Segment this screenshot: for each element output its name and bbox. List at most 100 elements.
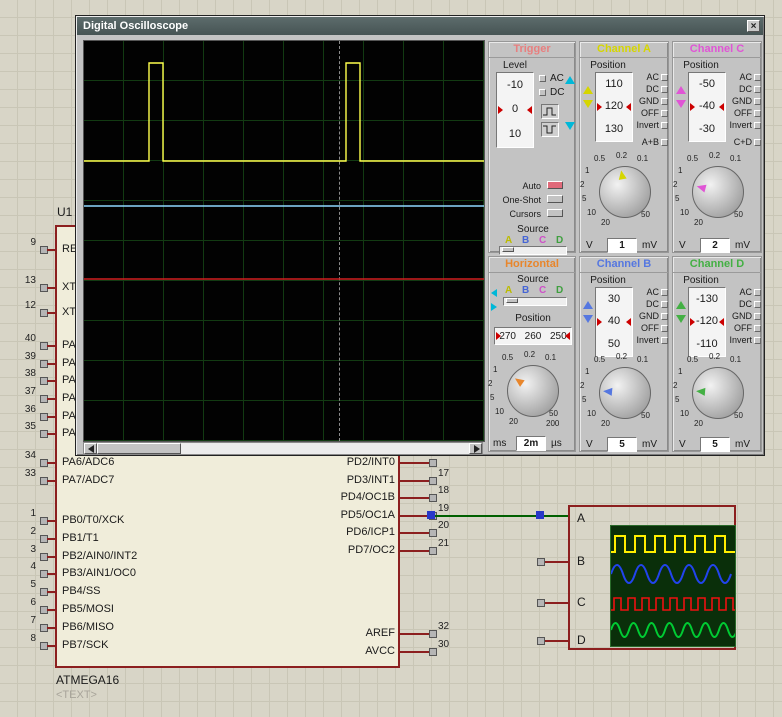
channel-d-ac-button[interactable] — [754, 289, 761, 296]
channel-c-invert-button[interactable] — [754, 122, 761, 129]
oscilloscope-component[interactable]: A B C D — [568, 505, 736, 650]
pin-stub — [47, 645, 56, 647]
trigger-level-up-icon[interactable] — [565, 76, 575, 84]
ac-label: AC — [550, 73, 564, 84]
dial-label: 10 — [495, 407, 504, 416]
pin-pad[interactable] — [537, 558, 545, 566]
channel-d-gnd-button[interactable] — [754, 313, 761, 320]
channel-a-position-down-icon[interactable] — [583, 100, 593, 108]
coupling-label: DC — [646, 299, 659, 309]
auto-button[interactable] — [547, 181, 563, 189]
dial-label: 20 — [694, 218, 703, 227]
pin-pad[interactable] — [429, 477, 437, 485]
channel-c-sum-button[interactable] — [754, 139, 761, 146]
net-wire-pd5-to-scope[interactable] — [433, 515, 570, 517]
timebase-knob[interactable] — [507, 365, 559, 417]
dial-label: 1 — [678, 367, 682, 376]
junction-marker[interactable] — [536, 511, 544, 519]
scrollbar-thumb[interactable] — [97, 443, 181, 454]
digital-oscilloscope-window: Digital Oscilloscope × Trigger Level -10… — [75, 15, 765, 456]
channel-b-invert-button[interactable] — [661, 337, 668, 344]
channel-a-sum-button[interactable] — [661, 139, 668, 146]
pin-pad[interactable] — [537, 599, 545, 607]
pin-stub — [47, 609, 56, 611]
cursors-button[interactable] — [547, 209, 563, 217]
slider-thumb[interactable] — [506, 298, 518, 303]
channel-b-dc-button[interactable] — [661, 301, 668, 308]
channel-a-gain-knob[interactable] — [599, 166, 651, 218]
channel-d-position-slider[interactable]: -130 -120 -110 — [688, 287, 726, 357]
dial-label: 0.1 — [637, 154, 648, 163]
channel-c-ac-button[interactable] — [754, 74, 761, 81]
horizontal-section: Horizontal Source A B C D Position 270 2… — [488, 256, 576, 452]
pin-pad[interactable] — [429, 529, 437, 537]
coupling-label: DC — [739, 84, 752, 94]
coupling-label: GND — [639, 311, 659, 321]
falling-edge-icon[interactable] — [541, 122, 559, 137]
pin-pad[interactable] — [429, 494, 437, 502]
pin-pad[interactable] — [429, 630, 437, 638]
display-scrollbar[interactable] — [83, 442, 483, 455]
channel-c-gnd-button[interactable] — [754, 98, 761, 105]
channel-d-dc-button[interactable] — [754, 301, 761, 308]
one-shot-row: One-Shot — [489, 194, 575, 205]
channel-d-off-button[interactable] — [754, 325, 761, 332]
channel-c-position-up-icon[interactable] — [676, 86, 686, 94]
position-value: 50 — [608, 339, 620, 350]
channel-a-off-button[interactable] — [661, 110, 668, 117]
scope-display[interactable] — [83, 40, 485, 442]
trigger-level-slider[interactable]: -10 0 10 — [496, 72, 534, 148]
horizontal-position-slider[interactable]: 270 260 250 — [494, 327, 572, 345]
source-label: Source — [489, 224, 577, 235]
scope-input-b-label: B — [577, 554, 585, 568]
channel-a-position-up-icon[interactable] — [583, 86, 593, 94]
channel-b-gain-knob[interactable] — [599, 367, 651, 419]
channel-a-ac-button[interactable] — [661, 74, 668, 81]
channel-d-position-down-icon[interactable] — [676, 315, 686, 323]
channel-b-position-up-icon[interactable] — [583, 301, 593, 309]
channel-c-position-down-icon[interactable] — [676, 100, 686, 108]
channel-d-gnd-row: GND — [723, 311, 761, 321]
channel-a-gnd-button[interactable] — [661, 98, 668, 105]
channel-b-ac-button[interactable] — [661, 289, 668, 296]
scroll-right-icon[interactable] — [469, 443, 482, 454]
scope-mini-screen — [610, 525, 736, 647]
channel-d-invert-button[interactable] — [754, 337, 761, 344]
trigger-source-letters: A B C D — [489, 235, 575, 246]
pin-number: 8 — [14, 633, 36, 644]
one-shot-button[interactable] — [547, 195, 563, 203]
trigger-level-down-icon[interactable] — [565, 122, 575, 130]
pin-pad[interactable] — [429, 459, 437, 467]
channel-a-position-slider[interactable]: 110 120 130 — [595, 72, 633, 142]
channel-c-position-slider[interactable]: -50 -40 -30 — [688, 72, 726, 142]
channel-d-gain-knob[interactable] — [692, 367, 744, 419]
channel-c-off-button[interactable] — [754, 110, 761, 117]
channel-b-off-button[interactable] — [661, 325, 668, 332]
dial-label: 2 — [580, 180, 584, 189]
close-icon[interactable]: × — [747, 20, 760, 32]
rising-edge-icon[interactable] — [541, 104, 559, 119]
channel-b-position-slider[interactable]: 30 40 50 — [595, 287, 633, 357]
channel-c-gain-knob[interactable] — [692, 166, 744, 218]
dial-label: 0.1 — [730, 154, 741, 163]
pin-pad[interactable] — [429, 547, 437, 555]
titlebar[interactable]: Digital Oscilloscope × — [77, 17, 763, 35]
channel-a-dc-button[interactable] — [661, 86, 668, 93]
channel-b-position-down-icon[interactable] — [583, 315, 593, 323]
channel-c-dc-row: DC — [723, 84, 761, 94]
timebase-dial: 0.5 0.2 0.1 1 2 5 10 20 50 200 — [488, 351, 578, 431]
horizontal-source-slider[interactable] — [503, 297, 567, 306]
trigger-dc-button[interactable] — [539, 89, 546, 96]
junction-marker[interactable] — [427, 511, 435, 519]
horizontal-position-right-icon[interactable] — [491, 303, 497, 311]
pin-pad[interactable] — [429, 648, 437, 656]
channel-d-position-up-icon[interactable] — [676, 301, 686, 309]
trigger-ac-button[interactable] — [539, 75, 546, 82]
slider-thumb[interactable] — [502, 247, 514, 252]
channel-b-gnd-button[interactable] — [661, 313, 668, 320]
channel-c-dc-button[interactable] — [754, 86, 761, 93]
channel-a-invert-button[interactable] — [661, 122, 668, 129]
scroll-left-icon[interactable] — [84, 443, 97, 454]
pin-pad[interactable] — [537, 637, 545, 645]
trigger-source-slider[interactable] — [499, 246, 567, 255]
